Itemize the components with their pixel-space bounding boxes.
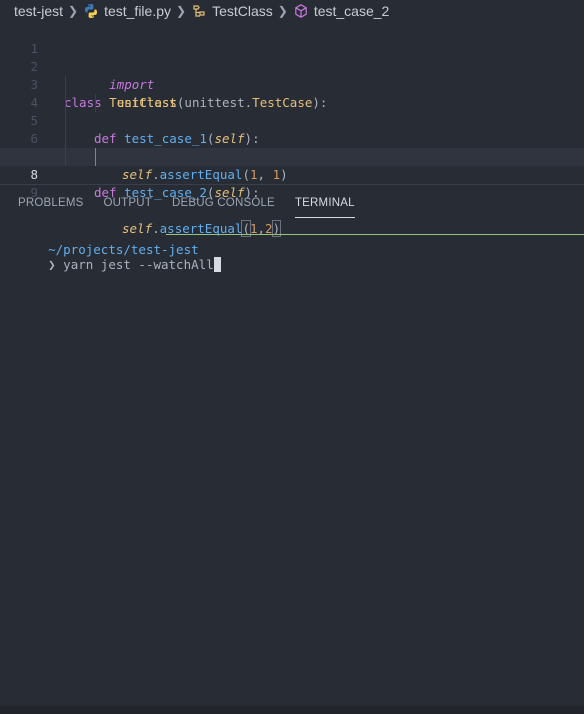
method-cube-icon: [293, 3, 309, 19]
code-line[interactable]: 1 import unittest: [0, 22, 584, 110]
chevron-right-icon: ❯: [176, 4, 187, 18]
tab-output[interactable]: OUTPUT: [104, 190, 152, 218]
breadcrumb-folder-label: test-jest: [14, 3, 64, 19]
breadcrumb-method[interactable]: test_case_2: [293, 3, 390, 19]
python-file-icon: [83, 3, 99, 19]
indent-guide: [65, 94, 66, 112]
terminal[interactable]: ~/projects/test-jest ❯ yarn jest --watch…: [0, 224, 584, 704]
breadcrumb-file[interactable]: test_file.py: [83, 3, 171, 19]
breadcrumb-file-label: test_file.py: [104, 3, 172, 19]
code-line[interactable]: 7 def test_case_2(self):: [0, 130, 584, 200]
breadcrumb-method-label: test_case_2: [313, 3, 390, 19]
tab-terminal[interactable]: TERMINAL: [294, 190, 355, 218]
indent-guide: [65, 112, 66, 130]
code-line[interactable]: 4 def test_case_1(self):: [0, 76, 584, 146]
status-bar: [0, 706, 584, 714]
code-line-active[interactable]: 8 self.assertEqual(1,2): [0, 148, 584, 237]
terminal-command: yarn jest --watchAll: [63, 257, 214, 272]
indent-guide: [65, 130, 66, 148]
code-line[interactable]: 6: [0, 112, 584, 146]
indent-guide-active: [95, 148, 96, 166]
breadcrumb-folder[interactable]: test-jest: [14, 3, 63, 19]
tab-problems[interactable]: PROBLEMS: [18, 190, 84, 218]
prompt-rule: [166, 234, 584, 235]
code-line[interactable]: 2: [0, 40, 584, 74]
breadcrumb: test-jest ❯ test_file.py ❯ TestClass ❯ t…: [0, 0, 584, 22]
panel-divider[interactable]: [0, 184, 584, 185]
indent-guide: [65, 76, 66, 94]
code-line[interactable]: 9: [0, 166, 584, 200]
indent-guide: [95, 94, 96, 112]
chevron-right-icon: ❯: [277, 4, 288, 18]
code-editor[interactable]: 1 import unittest 2 3 class TestClass(un…: [0, 22, 584, 237]
breadcrumb-class-label: TestClass: [212, 3, 273, 19]
class-icon: [191, 3, 207, 19]
breadcrumb-class[interactable]: TestClass: [191, 3, 273, 19]
chevron-right-icon: ❯: [68, 4, 79, 18]
tab-debug-console[interactable]: DEBUG CONSOLE: [172, 190, 275, 218]
terminal-cursor: [213, 257, 221, 272]
code-line[interactable]: 5 self.assertEqual(1, 1): [0, 94, 584, 182]
indent-guide: [65, 148, 66, 166]
panel-tabs: PROBLEMS OUTPUT DEBUG CONSOLE TERMINAL: [0, 190, 584, 218]
terminal-command-line[interactable]: ❯ yarn jest --watchAll: [18, 241, 221, 289]
prompt-chevron-icon: ❯: [48, 257, 56, 272]
code-line[interactable]: 3 class TestClass(unittest.TestCase):: [0, 58, 584, 110]
